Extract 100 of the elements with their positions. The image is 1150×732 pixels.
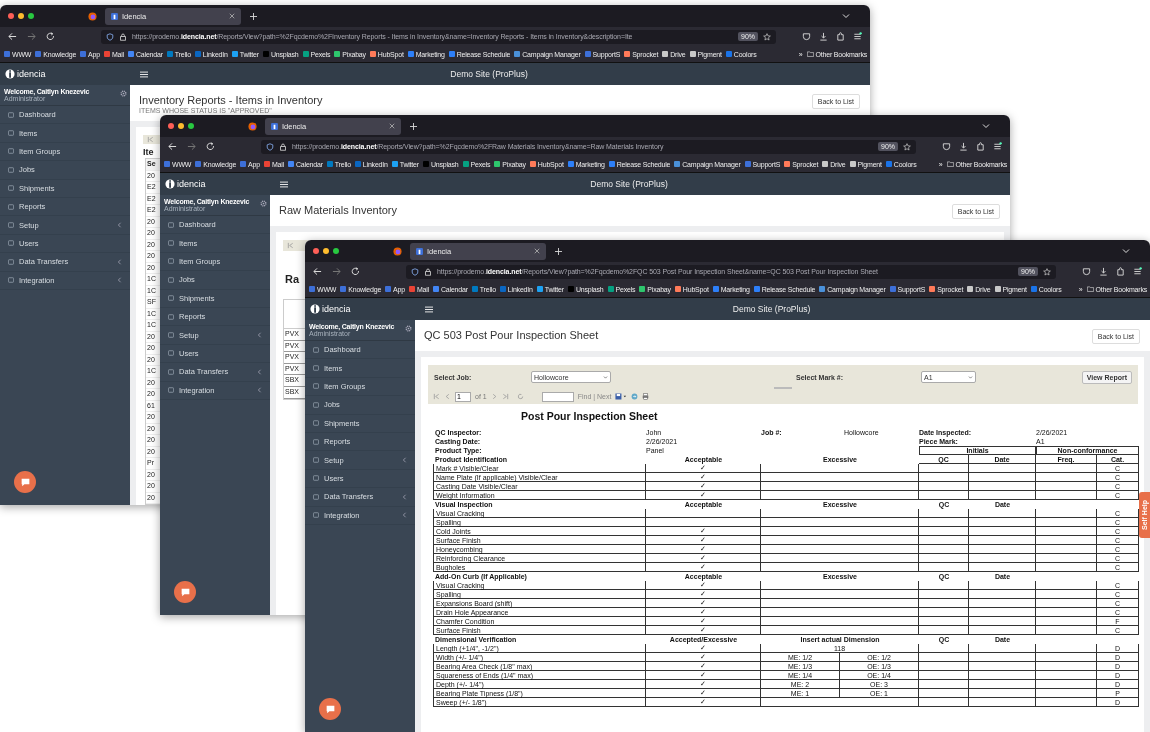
chevron-down-icon[interactable] bbox=[1122, 247, 1130, 255]
chat-button[interactable] bbox=[174, 581, 196, 603]
window-maximize-button[interactable] bbox=[333, 248, 339, 254]
table-cell bbox=[969, 545, 1036, 554]
forward-icon[interactable] bbox=[187, 142, 196, 151]
lock-icon bbox=[424, 267, 432, 276]
chevron-left-icon bbox=[117, 222, 122, 229]
tile-icon bbox=[8, 166, 14, 173]
puzzle-icon[interactable] bbox=[1116, 267, 1125, 276]
table-cell bbox=[1036, 536, 1097, 545]
chevron-down-icon[interactable] bbox=[982, 122, 990, 130]
chevron-left-icon bbox=[117, 277, 122, 284]
download-icon[interactable] bbox=[819, 32, 828, 41]
report-title: Post Pour Inspection Sheet bbox=[521, 410, 659, 422]
new-tab-icon[interactable] bbox=[555, 247, 562, 255]
table-cell bbox=[919, 680, 969, 689]
print-icon[interactable] bbox=[642, 393, 650, 400]
back-icon[interactable] bbox=[8, 32, 17, 41]
table-cell bbox=[1036, 617, 1097, 626]
close-icon[interactable] bbox=[389, 123, 395, 129]
settings-icon[interactable] bbox=[260, 200, 267, 207]
chevron-left-icon bbox=[402, 493, 407, 500]
reload-icon[interactable] bbox=[206, 142, 215, 151]
star-icon[interactable] bbox=[763, 32, 771, 41]
tile-icon bbox=[8, 240, 14, 247]
menu-icon[interactable] bbox=[140, 70, 148, 78]
menu-icon[interactable] bbox=[1133, 267, 1142, 276]
window-minimize-button[interactable] bbox=[18, 13, 24, 19]
table-cell bbox=[1036, 563, 1097, 572]
menu-icon[interactable] bbox=[853, 32, 862, 41]
shield-outline-icon[interactable] bbox=[942, 142, 951, 151]
close-icon[interactable] bbox=[229, 13, 235, 19]
chat-button[interactable] bbox=[14, 471, 36, 493]
folder-icon bbox=[1086, 286, 1094, 292]
settings-icon[interactable] bbox=[120, 90, 127, 97]
chevron-down-icon[interactable] bbox=[842, 12, 850, 20]
puzzle-icon[interactable] bbox=[976, 142, 985, 151]
table-cell bbox=[1036, 464, 1097, 473]
table-cell bbox=[969, 698, 1036, 707]
table-cell bbox=[1036, 554, 1097, 563]
table-cell bbox=[919, 527, 969, 536]
tile-icon bbox=[8, 277, 14, 284]
new-tab-icon[interactable] bbox=[250, 12, 257, 20]
window-close-button[interactable] bbox=[313, 248, 319, 254]
forward-icon[interactable] bbox=[27, 32, 36, 41]
table-cell bbox=[1036, 518, 1097, 527]
shield-outline-icon[interactable] bbox=[1082, 267, 1091, 276]
table-cell bbox=[969, 581, 1036, 590]
speech-bubble-icon bbox=[19, 476, 31, 488]
logo-icon bbox=[165, 179, 175, 189]
chat-button[interactable] bbox=[319, 698, 341, 720]
lock-icon bbox=[119, 32, 127, 41]
puzzle-icon[interactable] bbox=[836, 32, 845, 41]
table-cell bbox=[969, 689, 1036, 698]
table-cell bbox=[969, 680, 1036, 689]
save-icon[interactable] bbox=[615, 393, 628, 400]
table-cell bbox=[969, 527, 1036, 536]
close-icon[interactable] bbox=[534, 248, 540, 254]
window-close-button[interactable] bbox=[8, 13, 14, 19]
site-title: Demo Site (ProPlus) bbox=[449, 69, 529, 79]
chevron-left-icon bbox=[257, 368, 262, 375]
window-maximize-button[interactable] bbox=[188, 123, 194, 129]
menu-icon[interactable] bbox=[280, 180, 288, 188]
table-cell bbox=[919, 464, 969, 473]
folder-icon bbox=[946, 161, 954, 167]
speech-bubble-icon bbox=[179, 586, 191, 598]
chevron-left-icon bbox=[117, 258, 122, 265]
table-cell bbox=[919, 509, 969, 518]
star-icon[interactable] bbox=[903, 142, 911, 151]
reload-icon[interactable] bbox=[351, 267, 360, 276]
tile-icon bbox=[168, 350, 174, 357]
shield-outline-icon[interactable] bbox=[802, 32, 811, 41]
forward-icon[interactable] bbox=[332, 267, 341, 276]
tile-icon bbox=[313, 438, 319, 445]
find-field[interactable] bbox=[541, 391, 574, 402]
window-minimize-button[interactable] bbox=[178, 123, 184, 129]
table-cell bbox=[919, 563, 969, 572]
window-minimize-button[interactable] bbox=[323, 248, 329, 254]
table-cell bbox=[919, 473, 969, 482]
menu-icon[interactable] bbox=[993, 142, 1002, 151]
tile-icon bbox=[313, 383, 319, 390]
table-cell bbox=[969, 662, 1036, 671]
download-icon[interactable] bbox=[1099, 267, 1108, 276]
reload-icon[interactable] bbox=[46, 32, 55, 41]
table-cell bbox=[1036, 653, 1097, 662]
menu-icon[interactable] bbox=[425, 305, 433, 313]
tile-icon bbox=[168, 313, 174, 320]
table-cell bbox=[1036, 509, 1097, 518]
settings-icon[interactable] bbox=[405, 325, 412, 332]
window-maximize-button[interactable] bbox=[28, 13, 34, 19]
back-icon[interactable] bbox=[313, 267, 322, 276]
new-tab-icon[interactable] bbox=[410, 122, 417, 130]
resize-handle[interactable] bbox=[774, 387, 792, 389]
star-icon[interactable] bbox=[1043, 267, 1051, 276]
download-icon[interactable] bbox=[959, 142, 968, 151]
back-icon[interactable] bbox=[168, 142, 177, 151]
tile-icon bbox=[168, 258, 174, 265]
table-cell bbox=[969, 590, 1036, 599]
tile-icon bbox=[168, 368, 174, 375]
window-close-button[interactable] bbox=[168, 123, 174, 129]
